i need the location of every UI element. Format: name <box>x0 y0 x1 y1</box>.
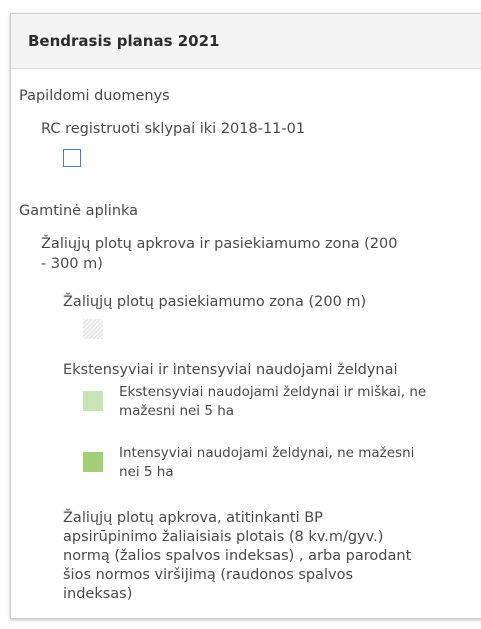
load-label-line4: šios normos viršijimą (raudonos spalvos <box>63 567 354 583</box>
extensive-label-line2: mažesni nei 5 ha <box>119 403 235 419</box>
intensive-green-swatch-icon <box>83 452 103 472</box>
load-label-line1: Žaliųjų plotų apkrova, atitinkanti BP <box>63 510 323 526</box>
group-label-line2: - 300 m) <box>41 256 103 272</box>
legend-panel: Bendrasis planas 2021 Papildomi duomenys… <box>10 13 481 619</box>
load-label-line5: indeksas) <box>63 586 133 602</box>
group-label-line1: Žaliųjų plotų apkrova ir pasiekiamumo zo… <box>41 236 398 252</box>
green-areas-heading: Ekstensyviai ir intensyviai naudojami že… <box>63 362 398 378</box>
zone-label: Žaliųjų plotų pasiekiamumo zona (200 m) <box>63 294 367 310</box>
rc-sklypai-swatch-icon <box>63 149 81 167</box>
section-heading-gamtine: Gamtinė aplinka <box>19 203 139 219</box>
legend-header: Bendrasis planas 2021 <box>11 14 481 69</box>
intensive-label-line1: Intensyviai naudojami želdynai, ne mažes… <box>119 445 415 461</box>
background: Bendrasis planas 2021 Papildomi duomenys… <box>0 0 481 629</box>
load-label-line2: apsirūpinimo žaliaisiais plotais (8 kv.m… <box>63 529 384 545</box>
layer-label-rc-sklypai: RC registruoti sklypai iki 2018-11-01 <box>41 121 306 137</box>
intensive-label-line2: nei 5 ha <box>119 464 174 480</box>
zone-hatch-swatch-icon <box>83 319 103 339</box>
section-heading-papildomi: Papildomi duomenys <box>19 88 170 104</box>
extensive-green-swatch-icon <box>83 391 103 411</box>
load-label-line3: normą (žalios spalvos indeksas) , arba p… <box>63 548 412 564</box>
extensive-label-line1: Ekstensyviai naudojami želdynai ir miška… <box>119 384 427 400</box>
legend-title: Bendrasis planas 2021 <box>28 32 220 50</box>
